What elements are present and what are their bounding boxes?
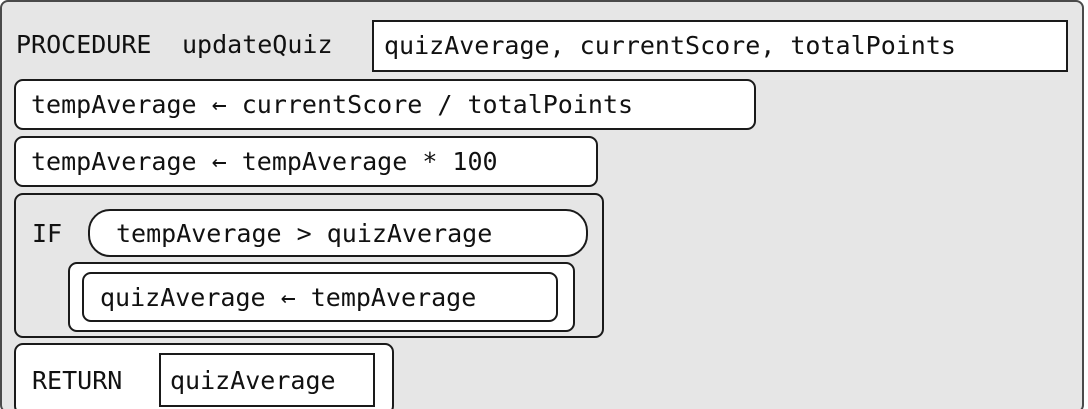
parameter-list: quizAverage, currentScore, totalPoints — [384, 31, 956, 60]
if-body-container: quizAverage ← tempAverage — [68, 262, 575, 332]
return-value-box: quizAverage — [159, 353, 375, 407]
assignment-text-1: tempAverage ← currentScore / totalPoints — [31, 90, 634, 119]
assignment-statement-1: tempAverage ← currentScore / totalPoints — [14, 79, 756, 130]
procedure-block: PROCEDURE updateQuiz quizAverage, curren… — [0, 0, 1084, 409]
if-keyword: IF — [32, 219, 63, 248]
procedure-name: updateQuiz — [182, 30, 333, 59]
return-keyword: RETURN — [32, 366, 123, 395]
assignment-text-2: tempAverage ← tempAverage * 100 — [31, 147, 498, 176]
assignment-statement-2: tempAverage ← tempAverage * 100 — [14, 136, 598, 187]
if-condition: tempAverage > quizAverage — [116, 219, 493, 248]
if-body-statement: quizAverage ← tempAverage — [82, 272, 558, 322]
if-condition-box: tempAverage > quizAverage — [88, 209, 588, 257]
parameter-box: quizAverage, currentScore, totalPoints — [372, 20, 1068, 72]
procedure-keyword: PROCEDURE — [16, 30, 152, 59]
if-block: IF tempAverage > quizAverage quizAverage… — [14, 193, 604, 338]
return-block: RETURN quizAverage — [14, 343, 394, 409]
return-value: quizAverage — [170, 366, 336, 395]
if-body-text: quizAverage ← tempAverage — [100, 283, 477, 312]
procedure-diagram: PROCEDURE updateQuiz quizAverage, curren… — [0, 0, 1088, 409]
